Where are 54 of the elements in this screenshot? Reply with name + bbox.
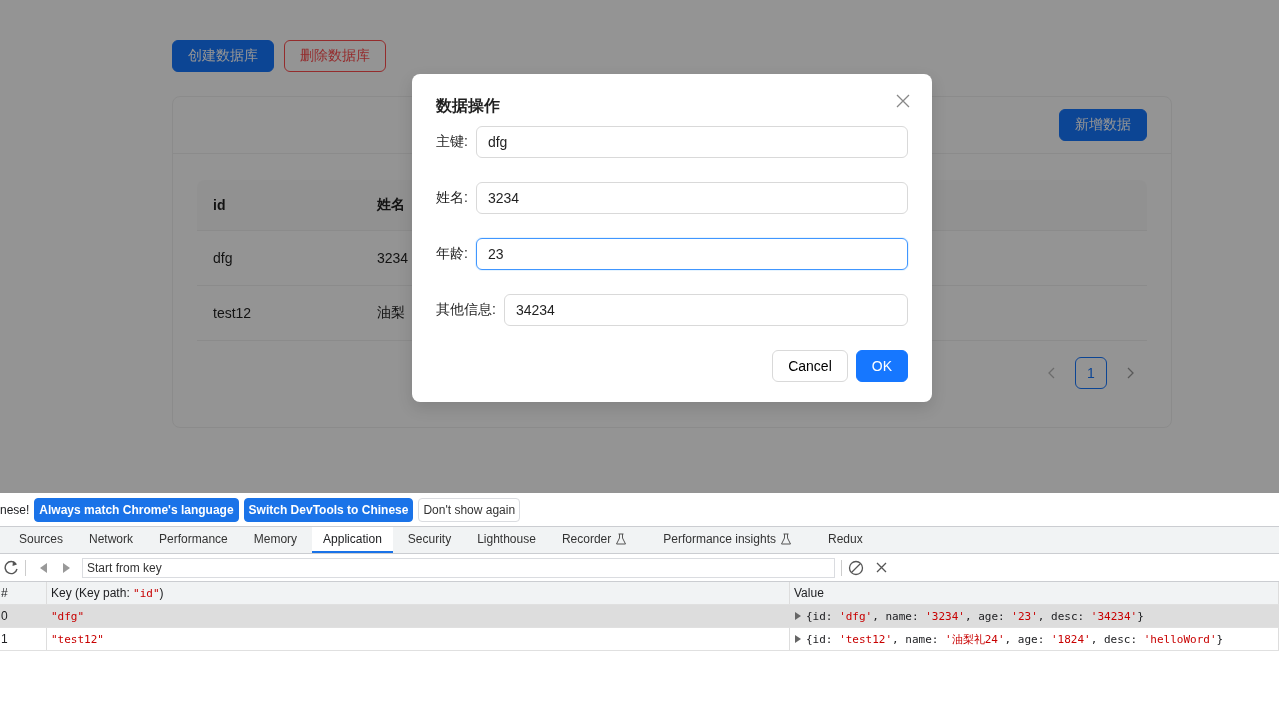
table-cell: 3234 bbox=[377, 250, 409, 266]
infobar-button[interactable]: Don't show again bbox=[418, 497, 521, 522]
field-label: 主键: bbox=[436, 133, 469, 151]
flask-icon bbox=[615, 533, 628, 545]
clear-icon[interactable] bbox=[848, 559, 864, 576]
close-icon[interactable] bbox=[896, 94, 910, 108]
devtools-tab[interactable]: Performance bbox=[148, 527, 239, 553]
next-page-icon[interactable] bbox=[1126, 366, 1136, 380]
infobar-button[interactable]: Switch DevTools to Chinese bbox=[243, 497, 414, 522]
data-row[interactable]: 0 "dfg" {id: 'dfg', name: '3234', age: '23', desc: '34234'} bbox=[0, 605, 1279, 628]
input-field[interactable]: 3234 bbox=[475, 182, 908, 214]
devtools-tab[interactable]: Recorder bbox=[550, 527, 639, 553]
field-label: 姓名: bbox=[436, 189, 469, 207]
input-field[interactable]: 34234 bbox=[503, 294, 908, 326]
search-field[interactable]: Start from key bbox=[82, 557, 835, 578]
table-cell: test12 bbox=[213, 305, 252, 321]
devtools-tab[interactable]: Application bbox=[312, 527, 393, 553]
field-label: 年龄: bbox=[436, 245, 469, 263]
devtools-tab[interactable]: Memory bbox=[242, 527, 309, 553]
devtools-tab[interactable]: Security bbox=[396, 527, 463, 553]
table-cell: 油梨 bbox=[377, 304, 405, 322]
table-cell: "test12" bbox=[47, 628, 790, 650]
refresh-icon[interactable] bbox=[4, 560, 19, 575]
devtools-tab[interactable]: Redux bbox=[816, 527, 874, 553]
input-field[interactable]: 23 bbox=[475, 238, 908, 270]
data-row[interactable]: 1 "test12" {id: 'test12', name: '油梨礼24', age: '1824', desc: 'helloWord'} bbox=[0, 628, 1279, 651]
devtools-tab[interactable]: Lighthouse bbox=[466, 527, 547, 553]
infobar-message: nese! bbox=[0, 502, 30, 517]
flask-icon bbox=[779, 533, 792, 545]
cancel-button[interactable]: Cancel bbox=[772, 350, 848, 382]
column-header: Key (Key path: "id") bbox=[47, 582, 790, 604]
previous-icon[interactable] bbox=[38, 561, 48, 574]
dialog-title: 数据操作 bbox=[436, 96, 500, 116]
next-icon[interactable] bbox=[62, 561, 72, 574]
column-header: # bbox=[0, 582, 47, 604]
close-icon[interactable] bbox=[876, 562, 887, 573]
table-cell: {id: 'dfg', name: '3234', age: '23', desc: '34234'} bbox=[806, 609, 1144, 623]
table-cell: 0 bbox=[0, 605, 47, 627]
input-field[interactable]: dfg bbox=[475, 126, 908, 158]
table-cell: "dfg" bbox=[47, 605, 790, 627]
column-header: id bbox=[213, 197, 226, 213]
expand-icon[interactable] bbox=[794, 634, 802, 644]
column-header: Value bbox=[790, 582, 1279, 604]
table-cell: 1 bbox=[0, 628, 47, 650]
devtools-tab[interactable]: Network bbox=[78, 527, 145, 553]
ok-button[interactable]: OK bbox=[855, 350, 908, 382]
column-header: 姓名 bbox=[377, 196, 405, 214]
devtools-tab[interactable]: Sources bbox=[8, 527, 75, 553]
devtools-tab[interactable]: Performance insights bbox=[652, 527, 803, 553]
infobar-button[interactable]: Always match Chrome's language bbox=[34, 497, 239, 522]
expand-icon[interactable] bbox=[794, 611, 802, 621]
table-cell: {id: 'test12', name: '油梨礼24', age: '1824', desc: 'helloWord'} bbox=[806, 631, 1224, 647]
field-label: 其他信息: bbox=[436, 301, 497, 319]
table-cell: dfg bbox=[213, 250, 233, 266]
